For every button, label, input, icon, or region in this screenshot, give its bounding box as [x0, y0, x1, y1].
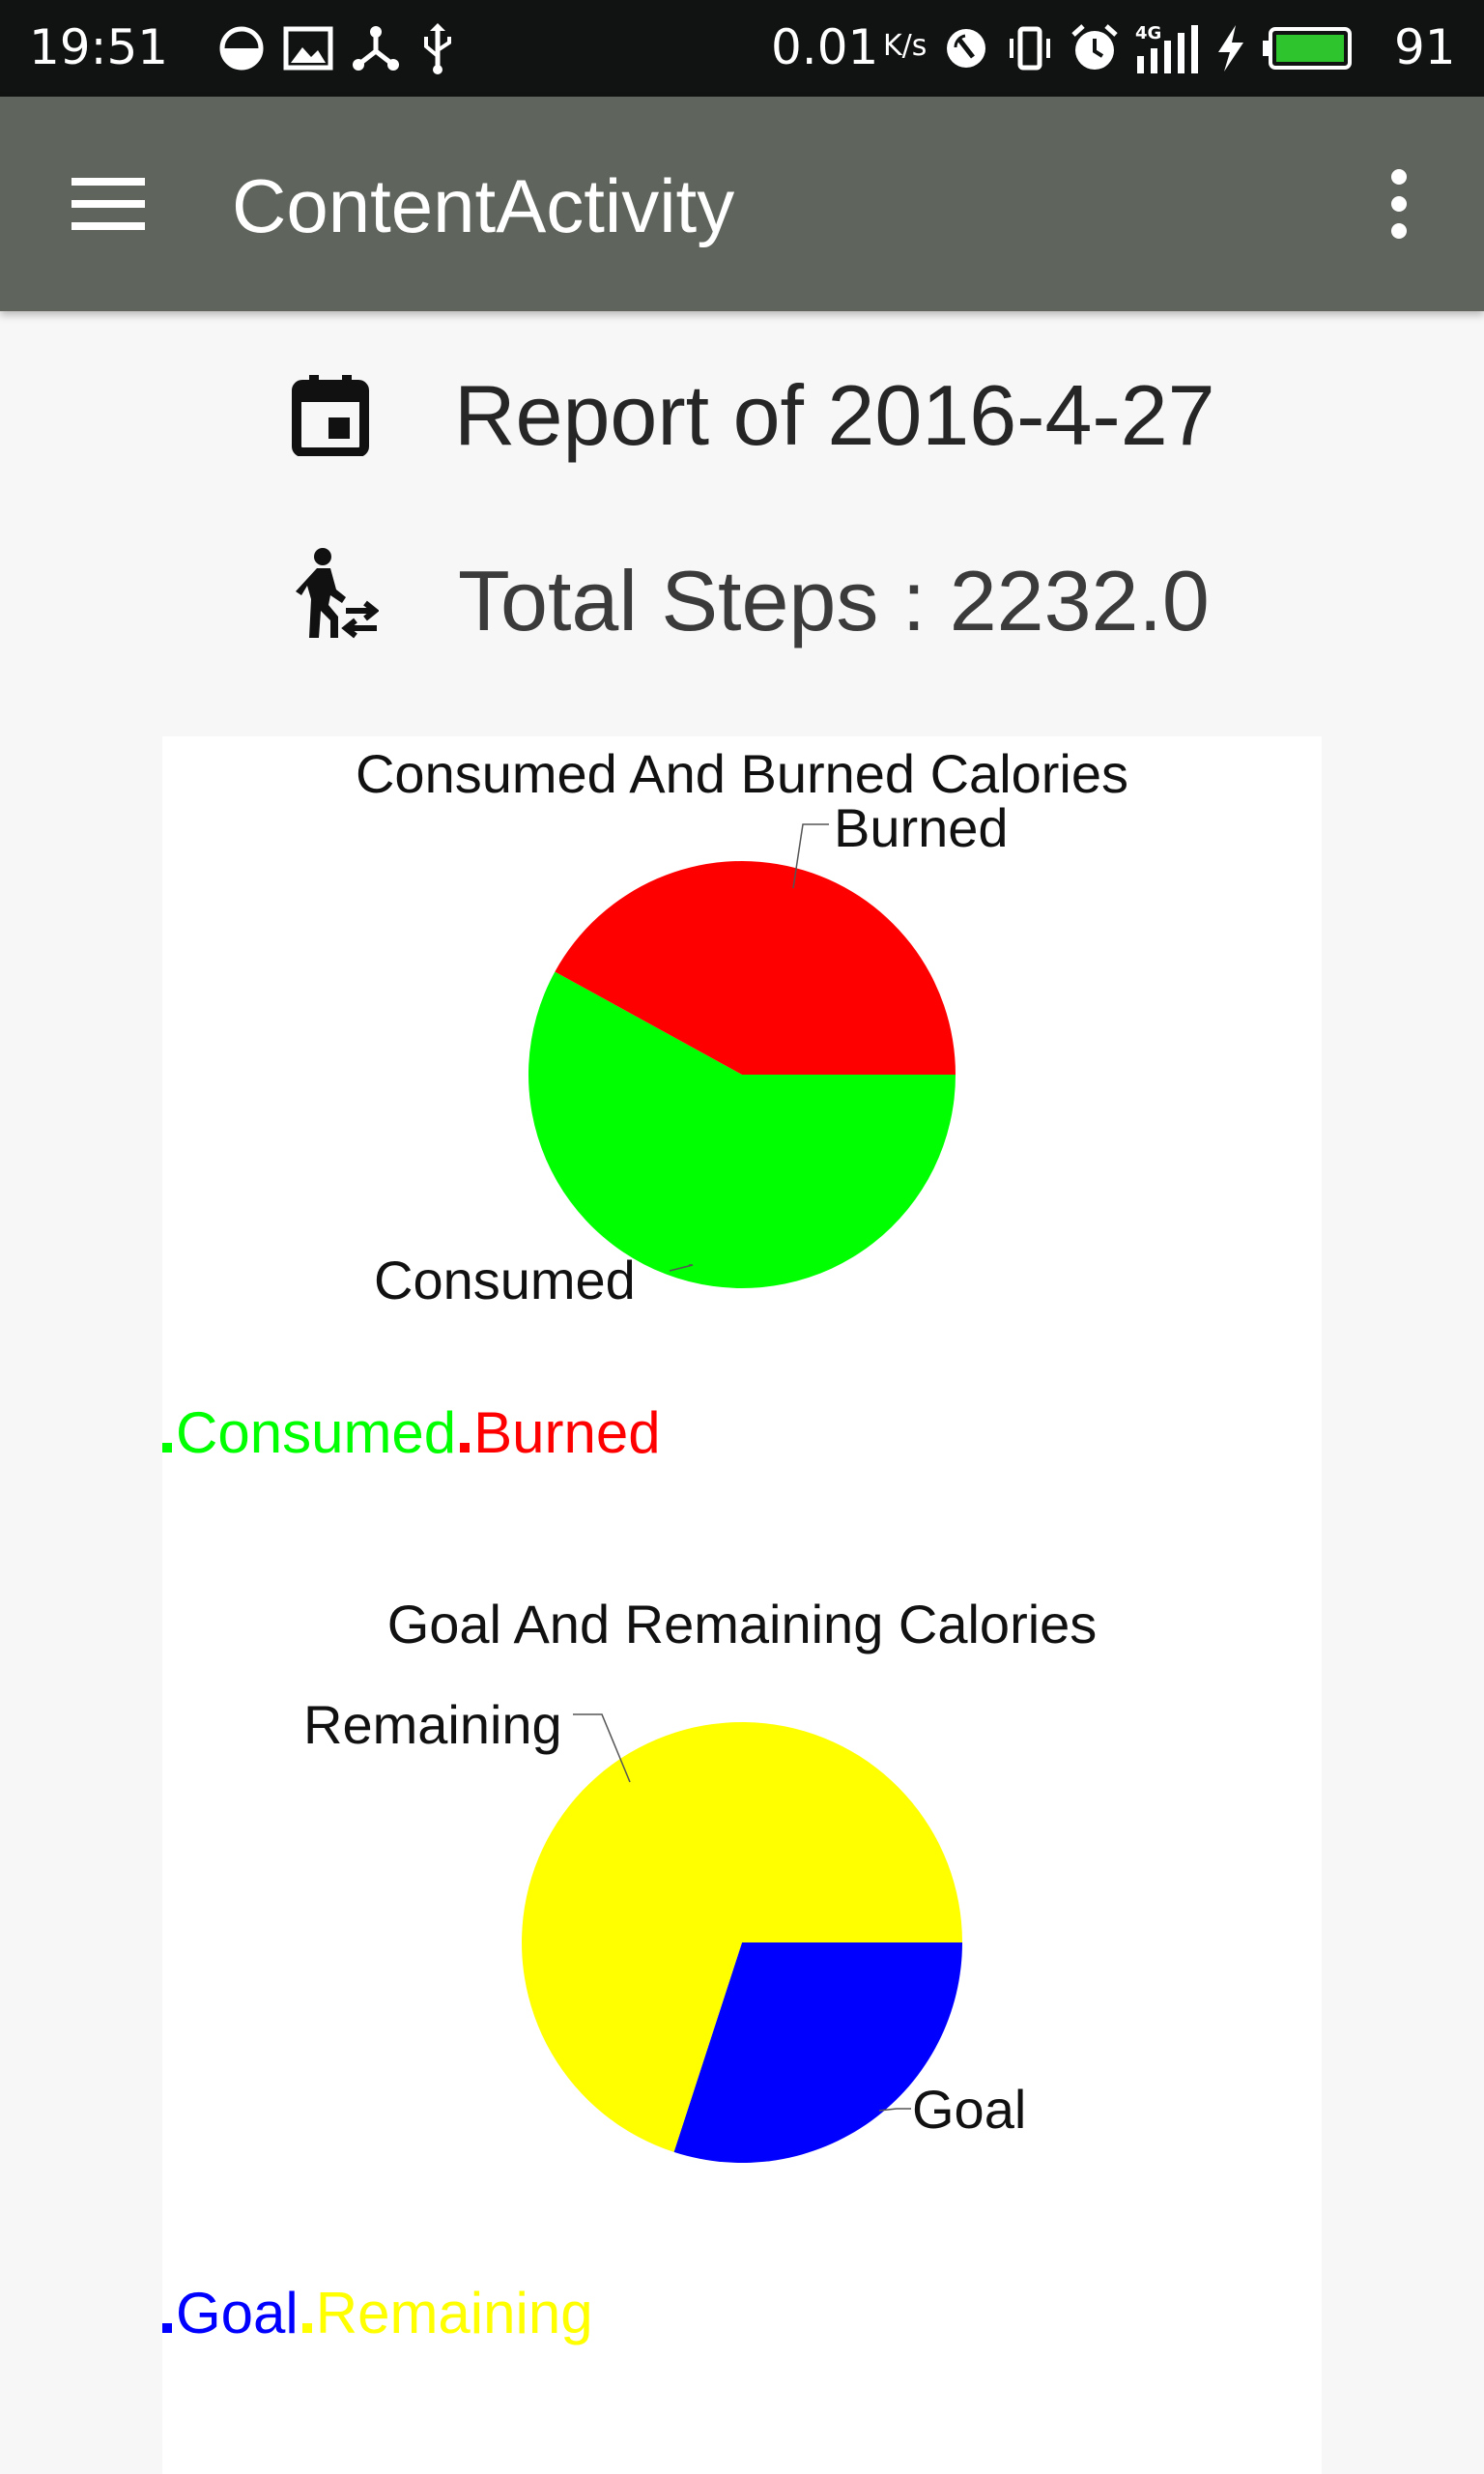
pie2-legend: Goal Remaining: [162, 2280, 593, 2346]
pie1-title: Consumed And Burned Calories: [355, 743, 1129, 804]
legend-swatch-consumed: [162, 1443, 172, 1453]
legend-swatch-goal: [162, 2323, 172, 2333]
total-steps-row: Total Steps : 2232.0: [0, 541, 1484, 667]
net-speed: 0.01: [771, 19, 879, 75]
pie2-label-goal: Goal: [912, 2079, 1027, 2140]
app-bar: ContentActivity: [0, 97, 1484, 311]
usb-icon: [424, 23, 451, 74]
legend-swatch-remaining: [301, 2323, 312, 2333]
status-bar: 19:51 0.01 K/s 4G 91: [0, 0, 1484, 97]
status-time: 19:51: [29, 19, 169, 75]
legend-label-goal: Goal: [176, 2281, 299, 2345]
pie2-label-remaining: Remaining: [303, 1694, 562, 1755]
pie2-title: Goal And Remaining Calories: [386, 1594, 1098, 1654]
overflow-menu-icon[interactable]: [1372, 164, 1426, 244]
hamburger-menu-icon[interactable]: [60, 164, 157, 244]
battery-level: 91: [1394, 19, 1456, 75]
pie1-label-consumed: Consumed: [374, 1250, 636, 1310]
legend-swatch-burned: [460, 1443, 471, 1453]
legend-label-burned: Burned: [473, 1400, 661, 1465]
pie1-legend: Consumed Burned: [162, 1399, 661, 1466]
signal-4g-icon: 4G: [1135, 23, 1198, 73]
alarm-icon: [1071, 24, 1118, 70]
svg-text:4G: 4G: [1135, 23, 1161, 43]
pie1-label-burned: Burned: [834, 797, 1009, 858]
walk-transfer-icon: [296, 548, 379, 639]
legend-label-consumed: Consumed: [176, 1400, 457, 1465]
chart-panel: Consumed And Burned Calories Burned Cons…: [162, 736, 1322, 2474]
battery-icon: [1263, 27, 1352, 70]
vibrate-icon: [1010, 26, 1050, 71]
app-bar-title: ContentActivity: [232, 163, 735, 248]
half-circle-icon: [219, 26, 264, 71]
status-right-icons: 4G: [942, 19, 1354, 77]
image-icon: [283, 26, 333, 71]
nfc-icon: [947, 29, 985, 68]
status-left-icons: [217, 19, 457, 77]
net-speed-unit: K/s: [883, 29, 928, 63]
calendar-icon: [292, 375, 369, 456]
report-date-row: Report of 2016-4-27: [0, 358, 1484, 474]
legend-label-remaining: Remaining: [315, 2281, 593, 2345]
share-icon: [353, 26, 399, 71]
report-title: Report of 2016-4-27: [454, 367, 1215, 463]
charging-icon: [1218, 25, 1243, 72]
total-steps-text: Total Steps : 2232.0: [458, 553, 1210, 648]
